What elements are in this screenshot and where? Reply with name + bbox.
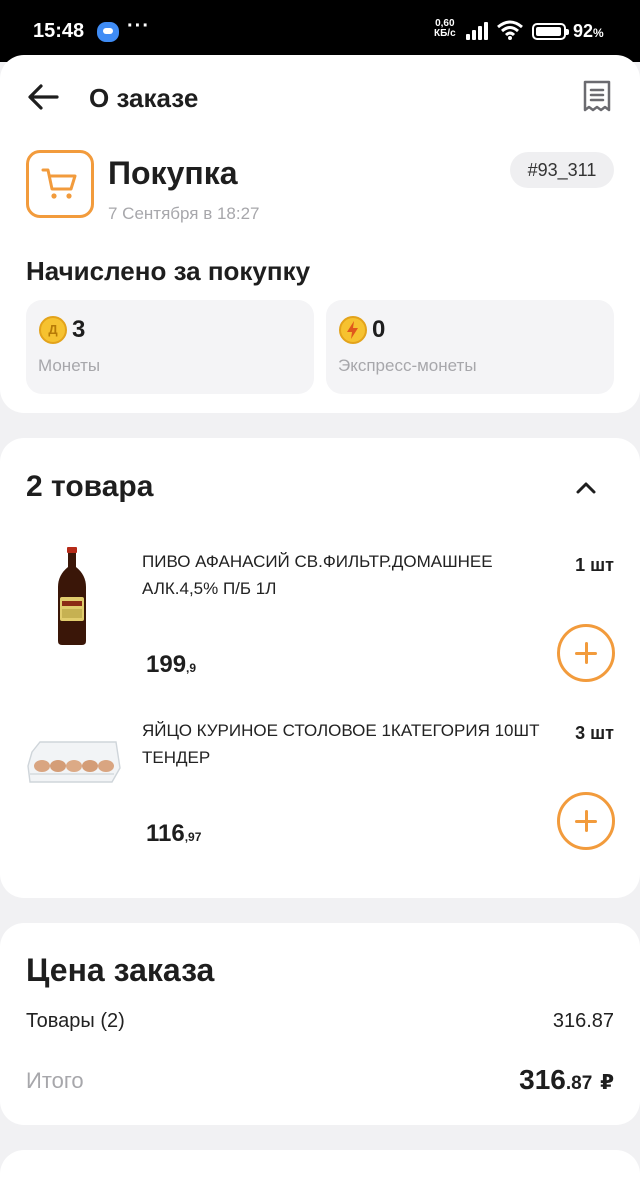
lightning-coin-icon — [339, 316, 367, 344]
beer-bottle-image — [58, 547, 86, 645]
purchase-cart-icon-box — [26, 150, 94, 218]
battery-level: 92% — [573, 21, 604, 41]
add-to-cart-button[interactable] — [557, 792, 615, 850]
express-coins-box: 0 Экспресс-монеты — [326, 300, 614, 394]
purchase-title: Покупка — [108, 155, 238, 191]
signal-icon — [466, 22, 490, 40]
product-quantity: 3 шт — [575, 723, 614, 743]
accrued-title: Начислено за покупку — [26, 256, 311, 286]
chevron-up-icon[interactable] — [574, 478, 598, 496]
items-title: 2 товара — [26, 470, 154, 503]
status-bar: 15:48 ··· 0,60 КБ/с 92% — [0, 0, 640, 62]
total-value: 316.87 ₽ — [519, 1064, 614, 1095]
order-number-badge: #93_311 — [510, 152, 614, 188]
product-quantity: 1 шт — [575, 555, 614, 575]
cart-icon — [41, 168, 77, 199]
product-price: 116,97 — [146, 820, 202, 847]
status-time: 15:48 — [33, 20, 85, 42]
wifi-icon — [497, 20, 523, 40]
purchase-date: 7 Сентября в 18:27 — [108, 204, 260, 223]
more-notifications-icon: ··· — [127, 15, 150, 37]
items-card — [0, 438, 640, 898]
product-price: 199,9 — [146, 651, 197, 678]
next-section-card — [0, 1150, 640, 1181]
goods-count-label: Товары (2) — [26, 1010, 125, 1032]
coins-label: Монеты — [38, 356, 101, 375]
back-arrow-icon[interactable] — [26, 82, 60, 112]
receipt-icon[interactable] — [582, 80, 612, 112]
message-icon — [97, 22, 119, 42]
order-price-title: Цена заказа — [26, 952, 215, 988]
coins-value: 3 — [72, 316, 86, 343]
goods-sum-value: 316.87 — [552, 1010, 614, 1032]
add-to-cart-button[interactable] — [557, 624, 615, 682]
express-coins-value: 0 — [372, 316, 386, 343]
express-coins-label: Экспресс-монеты — [338, 356, 477, 375]
network-speed-unit: КБ/с — [434, 28, 456, 39]
page-title: О заказе — [89, 83, 199, 113]
network-speed: 0,60 КБ/с — [434, 19, 456, 39]
coin-icon: Д — [39, 316, 67, 344]
battery-icon — [532, 23, 569, 40]
egg-tray-image — [27, 741, 121, 783]
product-name: ЯЙЦО КУРИНОЕ СТОЛОВОЕ 1КАТЕГОРИЯ 10ШТ ТЕ… — [142, 721, 540, 767]
coins-box: Д 3 Монеты — [26, 300, 314, 394]
total-label: Итого — [26, 1068, 84, 1093]
product-name: ПИВО АФАНАСИЙ СВ.ФИЛЬТР.ДОМАШНЕЕ АЛК.4,5… — [142, 552, 493, 598]
